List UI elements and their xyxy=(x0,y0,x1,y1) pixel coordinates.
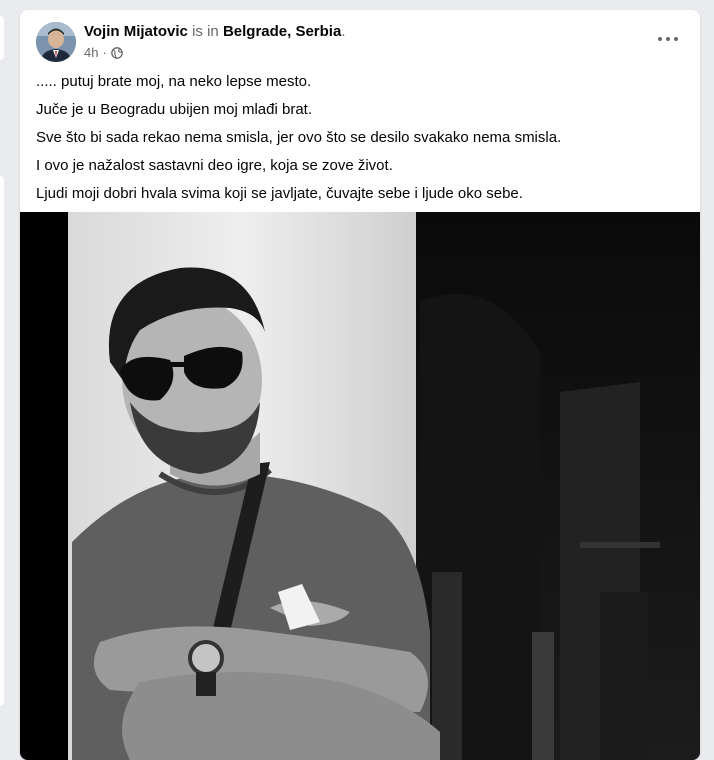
post-timestamp[interactable]: 4h xyxy=(84,45,98,60)
location-period: . xyxy=(341,23,346,40)
post-text-line: ..... putuj brate moj, na neko lepse mes… xyxy=(36,73,312,90)
location-link[interactable]: Belgrade, Serbia xyxy=(223,23,341,40)
globe-icon[interactable] xyxy=(110,46,123,59)
avatar[interactable] xyxy=(36,22,76,62)
post-text-line: I ovo je nažalost sastavni deo igre, koj… xyxy=(36,157,393,174)
meta-separator: · xyxy=(102,45,107,60)
post-meta: 4h · xyxy=(84,45,123,60)
more-options-icon[interactable] xyxy=(650,28,686,50)
author-line: Vojin Mijatovic is in Belgrade, Serbia. xyxy=(84,23,346,40)
post-photo-image xyxy=(20,212,700,760)
post-text: ..... putuj brate moj, na neko lepse mes… xyxy=(36,72,686,212)
post-header: Vojin Mijatovic is in Belgrade, Serbia. … xyxy=(20,10,700,66)
adjacent-card-edge xyxy=(0,176,4,706)
post-photo[interactable] xyxy=(20,212,700,760)
post-text-line: Juče je u Beogradu ubijen moj mlađi brat… xyxy=(36,101,312,118)
post-card: Vojin Mijatovic is in Belgrade, Serbia. … xyxy=(20,10,700,760)
post-text-line: Ljudi moji dobri hvala svima koji se jav… xyxy=(36,185,523,202)
post-text-line: Sve što bi sada rekao nema smisla, jer o… xyxy=(36,129,562,146)
location-connector: is in xyxy=(192,23,219,40)
adjacent-card-edge xyxy=(0,16,4,60)
author-name[interactable]: Vojin Mijatovic xyxy=(84,23,188,40)
avatar-image xyxy=(36,22,76,62)
